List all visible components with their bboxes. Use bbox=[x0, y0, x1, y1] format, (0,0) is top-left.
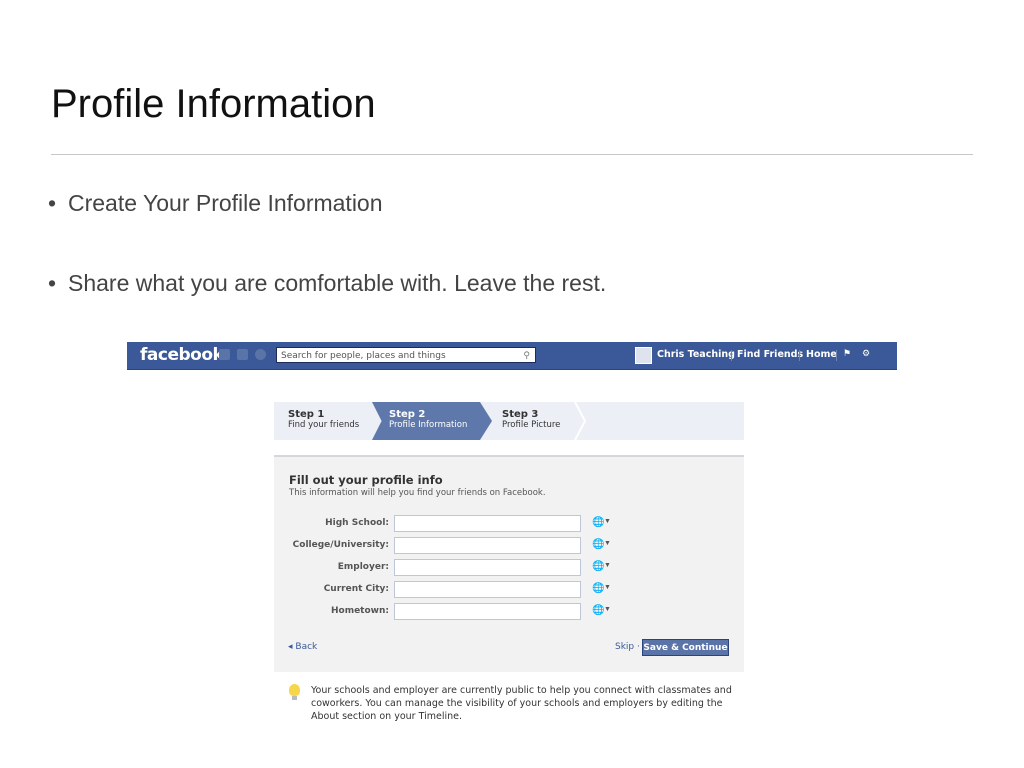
form-row-current-city: Current City: 🌐 ▼ bbox=[274, 581, 744, 599]
form-title: Fill out your profile info bbox=[289, 473, 443, 487]
form-row-high-school: High School: 🌐 ▼ bbox=[274, 515, 744, 533]
facebook-logo[interactable]: facebook bbox=[140, 345, 224, 365]
field-label: College/University: bbox=[292, 540, 389, 550]
step-title: Step 3 bbox=[502, 409, 539, 420]
field-label: Employer: bbox=[337, 562, 389, 572]
find-friends-link[interactable]: Find Friends bbox=[737, 349, 803, 360]
nav-divider bbox=[731, 350, 732, 361]
profile-link[interactable]: Chris Teaching bbox=[657, 349, 735, 360]
step-chevron bbox=[574, 402, 587, 440]
step-3: Step 3 Profile Picture bbox=[502, 409, 560, 430]
lightbulb-icon bbox=[289, 684, 300, 696]
bullet-item: • Create Your Profile Information bbox=[48, 190, 383, 216]
lightbulb-base bbox=[292, 696, 297, 700]
search-input[interactable]: Search for people, places and things ⚲ bbox=[276, 347, 536, 363]
step-progress: Step 1 Find your friends Step 2 Profile … bbox=[274, 402, 744, 440]
form-row-college: College/University: 🌐 ▼ bbox=[274, 537, 744, 555]
form-row-employer: Employer: 🌐 ▼ bbox=[274, 559, 744, 577]
step-1: Step 1 Find your friends bbox=[288, 409, 359, 430]
hometown-input[interactable] bbox=[394, 603, 581, 620]
note-text: Your schools and employer are currently … bbox=[311, 685, 732, 722]
chevron-down-icon[interactable]: ▼ bbox=[604, 584, 611, 591]
college-input[interactable] bbox=[394, 537, 581, 554]
current-city-input[interactable] bbox=[394, 581, 581, 598]
chevron-down-icon[interactable]: ▼ bbox=[604, 562, 611, 569]
step-subtitle: Find your friends bbox=[288, 420, 360, 430]
nav-divider bbox=[799, 350, 800, 361]
step-subtitle: Profile Picture bbox=[502, 420, 561, 430]
notifications-icon[interactable] bbox=[255, 349, 266, 360]
step-2: Step 2 Profile Information bbox=[389, 409, 467, 430]
globe-icon[interactable]: 🌐 bbox=[592, 561, 604, 572]
friend-requests-icon[interactable] bbox=[219, 349, 230, 360]
employer-input[interactable] bbox=[394, 559, 581, 576]
step-title: Step 1 bbox=[288, 409, 325, 420]
skip-label: Skip bbox=[615, 642, 635, 652]
step-title: Step 2 bbox=[389, 409, 426, 420]
bullet-text: Share what you are comfortable with. Lea… bbox=[68, 270, 607, 296]
globe-icon[interactable]: 🌐 bbox=[592, 539, 604, 550]
form-subtitle: This information will help you find your… bbox=[289, 488, 546, 498]
high-school-input[interactable] bbox=[394, 515, 581, 532]
facebook-screenshot: facebook Search for people, places and t… bbox=[127, 342, 897, 742]
chevron-down-icon[interactable]: ▼ bbox=[604, 518, 611, 525]
bullet-item: • Share what you are comfortable with. Le… bbox=[48, 270, 607, 296]
globe-icon[interactable]: 🌐 bbox=[592, 583, 604, 594]
globe-icon[interactable]: 🌐 bbox=[592, 605, 604, 616]
search-icon[interactable]: ⚲ bbox=[523, 348, 530, 364]
field-label: High School: bbox=[325, 518, 389, 528]
search-placeholder: Search for people, places and things bbox=[281, 351, 446, 361]
field-label: Current City: bbox=[323, 584, 389, 594]
messages-icon[interactable] bbox=[237, 349, 248, 360]
chevron-left-icon: ◂ bbox=[288, 642, 293, 652]
slide-title: Profile Information bbox=[51, 82, 376, 126]
skip-link[interactable]: Skip · bbox=[615, 642, 640, 652]
gear-icon[interactable]: ⚙ bbox=[862, 348, 870, 359]
form-row-hometown: Hometown: 🌐 ▼ bbox=[274, 603, 744, 621]
profile-info-form: Fill out your profile info This informat… bbox=[274, 455, 744, 672]
facebook-top-bar: facebook Search for people, places and t… bbox=[127, 342, 897, 370]
field-label: Hometown: bbox=[330, 606, 389, 616]
home-link[interactable]: Home bbox=[806, 349, 837, 360]
privacy-shortcuts-icon[interactable]: ⚑ bbox=[843, 348, 851, 359]
title-divider bbox=[51, 154, 973, 155]
bullet-text: Create Your Profile Information bbox=[68, 190, 383, 216]
save-continue-button[interactable]: Save & Continue bbox=[642, 639, 729, 656]
avatar[interactable] bbox=[635, 347, 652, 364]
chevron-down-icon[interactable]: ▼ bbox=[604, 606, 611, 613]
chevron-down-icon[interactable]: ▼ bbox=[604, 540, 611, 547]
globe-icon[interactable]: 🌐 bbox=[592, 517, 604, 528]
nav-divider bbox=[836, 350, 837, 361]
step-subtitle: Profile Information bbox=[389, 420, 468, 430]
back-label: Back bbox=[295, 642, 318, 652]
back-link[interactable]: ◂ Back bbox=[288, 642, 317, 652]
